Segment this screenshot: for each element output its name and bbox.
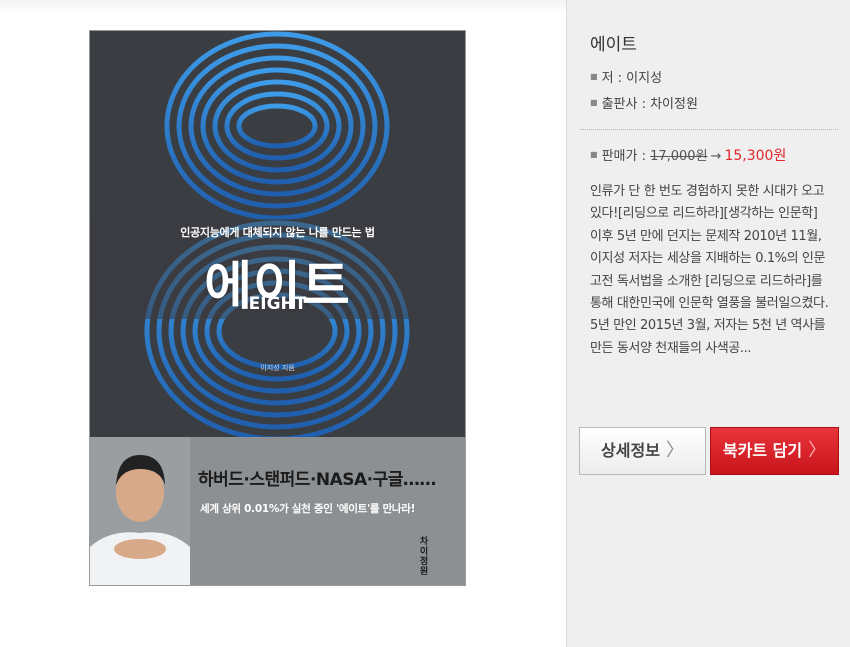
book-cover-image[interactable]: 인공지능에게 대체되지 않는 나를 만드는 법 에이트 EIGHT 이지성 지음… [89, 30, 466, 586]
price-label: 판매가 : [601, 149, 651, 164]
book-title: 에이트 [590, 35, 637, 55]
price-line: ■ 판매가 : 17,000원 → 15,300원 [590, 145, 786, 165]
detail-info-label: 상세정보 [601, 441, 660, 460]
publisher-line: ■ 출판사 : 차이정원 [590, 93, 698, 112]
cover-top: 인공지능에게 대체되지 않는 나를 만드는 법 에이트 EIGHT 이지성 지음 [90, 31, 465, 437]
publisher-text: 출판사 : 차이정원 [601, 97, 698, 112]
cover-publisher-mark: 차이정원 [419, 537, 429, 577]
author-text: 저 : 이지성 [601, 71, 663, 86]
sale-price: 15,300원 [724, 148, 787, 164]
detail-info-button[interactable]: 상세정보 〉 [579, 427, 706, 475]
add-to-cart-label: 북카트 담기 [722, 441, 803, 460]
cover-title-english: EIGHT [248, 294, 307, 314]
book-description: 인류가 단 한 번도 경험하지 못한 시대가 오고 있다![리딩으로 리드하라]… [590, 184, 829, 356]
cover-tagline: 하버드·스탠퍼드·NASA·구글…… [198, 470, 436, 490]
author-line: ■ 저 : 이지성 [590, 67, 662, 86]
chevron-right-icon: 〉 [808, 440, 827, 461]
arrow-icon: → [710, 149, 722, 164]
bullet-icon: ■ [590, 72, 598, 81]
cover-subtitle: 인공지능에게 대체되지 않는 나를 만드는 법 [180, 226, 375, 239]
add-to-cart-button[interactable]: 북카트 담기 〉 [710, 427, 839, 475]
bullet-icon: ■ [590, 98, 598, 107]
cover-author: 이지성 지음 [260, 364, 295, 372]
left-pane: 인공지능에게 대체되지 않는 나를 만드는 법 에이트 EIGHT 이지성 지음… [0, 0, 566, 647]
cover-bottom-band: 하버드·스탠퍼드·NASA·구글…… 세계 상위 0.01%가 실천 중인 '에… [90, 437, 465, 585]
author-portrait [90, 437, 190, 585]
bullet-icon: ■ [590, 150, 598, 159]
cover-tagline-secondary: 세계 상위 0.01%가 실천 중인 '에이트'를 만나라! [200, 503, 416, 515]
divider [580, 129, 838, 130]
original-price: 17,000원 [650, 149, 708, 164]
chevron-right-icon: 〉 [665, 440, 684, 461]
